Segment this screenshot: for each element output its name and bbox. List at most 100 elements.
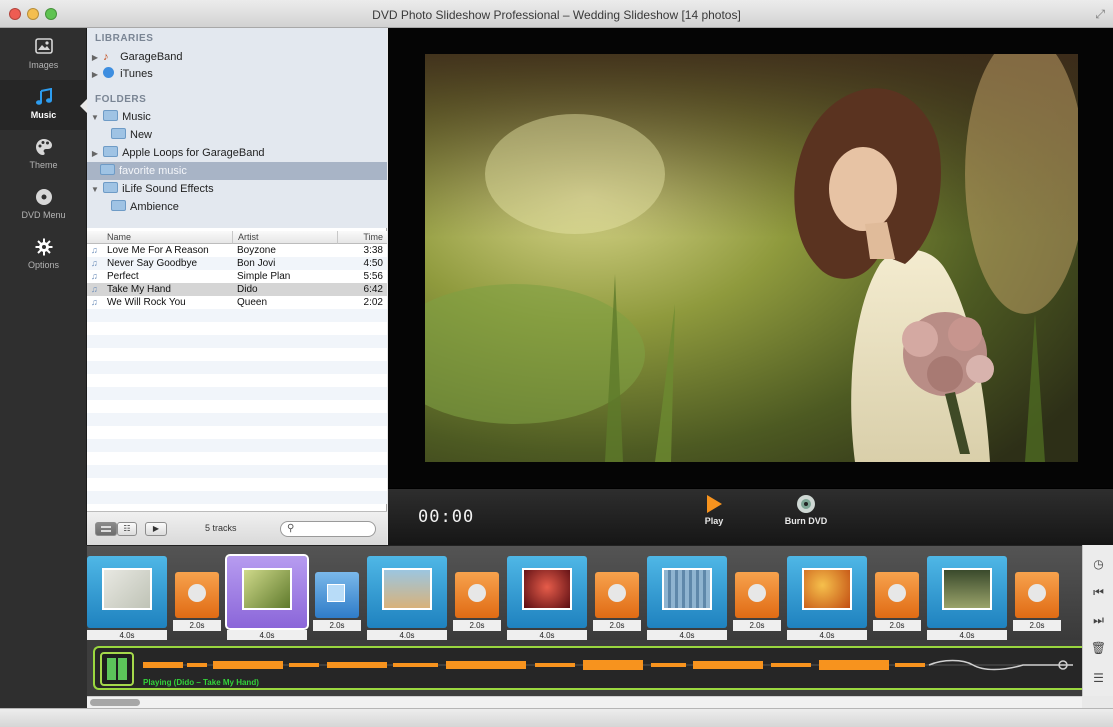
track-time: 3:38 bbox=[363, 245, 383, 256]
rail-item-images[interactable]: Images bbox=[0, 30, 87, 80]
transition-item[interactable]: 2.0s bbox=[873, 568, 921, 636]
row-stripe bbox=[87, 348, 387, 361]
track-row[interactable]: ♫ Never Say Goodbye Bon Jovi 4:50 bbox=[87, 257, 387, 270]
folder-item-music[interactable]: ▼ Music bbox=[87, 108, 387, 126]
transition-duration[interactable]: 2.0s bbox=[733, 620, 781, 631]
column-header-artist[interactable]: Artist bbox=[232, 231, 337, 244]
clock-icon[interactable]: ◷ bbox=[1083, 557, 1113, 571]
track-artist: Bon Jovi bbox=[237, 258, 276, 269]
slide-duration[interactable]: 4.0s bbox=[507, 630, 587, 640]
transition-duration[interactable]: 2.0s bbox=[313, 620, 361, 631]
slide-duration[interactable]: 4.0s bbox=[787, 630, 867, 640]
guitar-icon: ♪ bbox=[103, 51, 109, 63]
pause-button[interactable] bbox=[100, 652, 134, 686]
disclosure-open-icon[interactable]: ▼ bbox=[90, 181, 100, 199]
transition-duration[interactable]: 2.0s bbox=[453, 620, 501, 631]
disclosure-open-icon[interactable]: ▼ bbox=[90, 109, 100, 127]
slide-item[interactable]: 4.0s bbox=[367, 556, 447, 640]
preview-play-button[interactable]: ▶ bbox=[145, 522, 167, 536]
row-stripe bbox=[87, 491, 387, 504]
folder-icon bbox=[111, 200, 126, 211]
trash-icon[interactable]: 🗑 bbox=[1083, 641, 1113, 655]
audio-lane[interactable]: Playing (Dido – Take My Hand) bbox=[93, 646, 1082, 690]
preview-area bbox=[388, 28, 1113, 488]
slide-duration[interactable]: 4.0s bbox=[87, 630, 167, 640]
rail-item-options[interactable]: Options bbox=[0, 230, 87, 280]
transition-duration[interactable]: 2.0s bbox=[593, 620, 641, 631]
pause-bar bbox=[118, 658, 127, 680]
folder-icon bbox=[103, 146, 119, 157]
rail-item-dvd-menu[interactable]: DVD Menu bbox=[0, 180, 87, 230]
track-name: Perfect bbox=[107, 271, 139, 282]
burn-dvd-button[interactable]: Burn DVD bbox=[776, 494, 836, 526]
source-item-itunes[interactable]: ▶ iTunes bbox=[87, 65, 387, 83]
slide-item[interactable]: 4.0s bbox=[787, 556, 867, 640]
transition-item[interactable]: 2.0s bbox=[453, 568, 501, 636]
timecode-display: 00:00 bbox=[418, 507, 475, 527]
transition-item[interactable]: 2.0s bbox=[1013, 568, 1061, 636]
transition-duration[interactable]: 2.0s bbox=[173, 620, 221, 631]
track-time: 5:56 bbox=[363, 271, 383, 282]
list-view-icon bbox=[101, 526, 111, 532]
source-label: iTunes bbox=[120, 68, 153, 80]
source-list: LIBRARIES ▶ ♪ GarageBand ▶ iTunes FOLDER… bbox=[87, 28, 387, 228]
music-file-icon: ♫ bbox=[91, 271, 98, 281]
rail-item-music[interactable]: Music bbox=[0, 80, 88, 130]
rail-label-dvd-menu: DVD Menu bbox=[21, 210, 66, 220]
transition-duration[interactable]: 2.0s bbox=[1013, 620, 1061, 631]
skip-forward-icon[interactable]: ⏭ bbox=[1083, 613, 1113, 628]
storyboard-scrollbar[interactable] bbox=[87, 696, 1082, 708]
track-row[interactable]: ♫ Love Me For A Reason Boyzone 3:38 bbox=[87, 244, 387, 257]
slide-duration[interactable]: 4.0s bbox=[647, 630, 727, 640]
folder-item-ilife-sound-effects[interactable]: ▼ iLife Sound Effects bbox=[87, 180, 387, 198]
skip-back-icon[interactable]: ⏮ bbox=[1083, 585, 1113, 600]
folder-item-ambience[interactable]: Ambience bbox=[87, 198, 387, 216]
transition-item[interactable]: 2.0s bbox=[173, 568, 221, 636]
disclosure-icon[interactable]: ▶ bbox=[90, 66, 100, 84]
track-artist: Queen bbox=[237, 297, 268, 308]
window-title: DVD Photo Slideshow Professional – Weddi… bbox=[372, 8, 741, 22]
track-row[interactable]: ♫ We Will Rock You Queen 2:02 bbox=[87, 296, 387, 309]
track-row-selected[interactable]: ♫ Take My Hand Dido 6:42 bbox=[87, 283, 387, 296]
storyboard: 4.0s 2.0s 4.0s 2.0s 4.0s 2.0s 4.0s 2.0s … bbox=[87, 545, 1082, 640]
slide-item[interactable]: 4.0s bbox=[87, 556, 167, 640]
play-button[interactable]: Play bbox=[684, 494, 744, 526]
slide-duration[interactable]: 4.0s bbox=[927, 630, 1007, 640]
folder-item-apple-loops[interactable]: ▶ Apple Loops for GarageBand bbox=[87, 144, 387, 162]
transition-duration[interactable]: 2.0s bbox=[873, 620, 921, 631]
slide-duration[interactable]: 4.0s bbox=[227, 630, 307, 640]
row-stripe bbox=[87, 335, 387, 348]
fullscreen-icon[interactable]: ⤢ bbox=[1095, 7, 1105, 22]
track-row[interactable]: ♫ Perfect Simple Plan 5:56 bbox=[87, 270, 387, 283]
row-stripe bbox=[87, 309, 387, 322]
slide-item[interactable]: 4.0s bbox=[927, 556, 1007, 640]
folder-item-favorite-music[interactable]: favorite music bbox=[87, 162, 387, 180]
folder-label: Ambience bbox=[130, 201, 179, 213]
column-header-name[interactable]: Name bbox=[87, 231, 232, 244]
rail-bottom-filler bbox=[0, 545, 87, 708]
folder-label: iLife Sound Effects bbox=[122, 183, 214, 195]
list-icon[interactable]: ☰ bbox=[1083, 671, 1113, 685]
source-item-garageband[interactable]: ▶ ♪ GarageBand bbox=[87, 48, 387, 66]
slide-duration[interactable]: 4.0s bbox=[367, 630, 447, 640]
column-header-time[interactable]: Time bbox=[337, 231, 387, 244]
slide-item[interactable]: 4.0s bbox=[647, 556, 727, 640]
disclosure-icon[interactable]: ▶ bbox=[90, 145, 100, 163]
slide-item[interactable]: 4.0s bbox=[507, 556, 587, 640]
folder-label: favorite music bbox=[119, 165, 187, 177]
play-icon: ▶ bbox=[152, 524, 160, 533]
list-view-button[interactable] bbox=[95, 522, 117, 536]
tool-rail: Images Music Theme DVD Menu Options bbox=[0, 28, 88, 545]
scrollbar-thumb[interactable] bbox=[90, 699, 140, 706]
grid-view-button[interactable]: ☷ bbox=[117, 522, 137, 536]
transition-item[interactable]: 2.0s bbox=[593, 568, 641, 636]
slide-item-selected[interactable]: 4.0s bbox=[225, 554, 309, 640]
folder-label: New bbox=[130, 129, 153, 141]
rail-item-theme[interactable]: Theme bbox=[0, 130, 87, 180]
browser-footer: ☷ ▶ 5 tracks ⚲ bbox=[87, 511, 387, 545]
transition-item[interactable]: 2.0s bbox=[313, 568, 361, 636]
folder-item-new[interactable]: New bbox=[87, 126, 387, 144]
search-input[interactable]: ⚲ bbox=[280, 521, 376, 537]
transition-item[interactable]: 2.0s bbox=[733, 568, 781, 636]
music-file-icon: ♫ bbox=[91, 284, 98, 294]
